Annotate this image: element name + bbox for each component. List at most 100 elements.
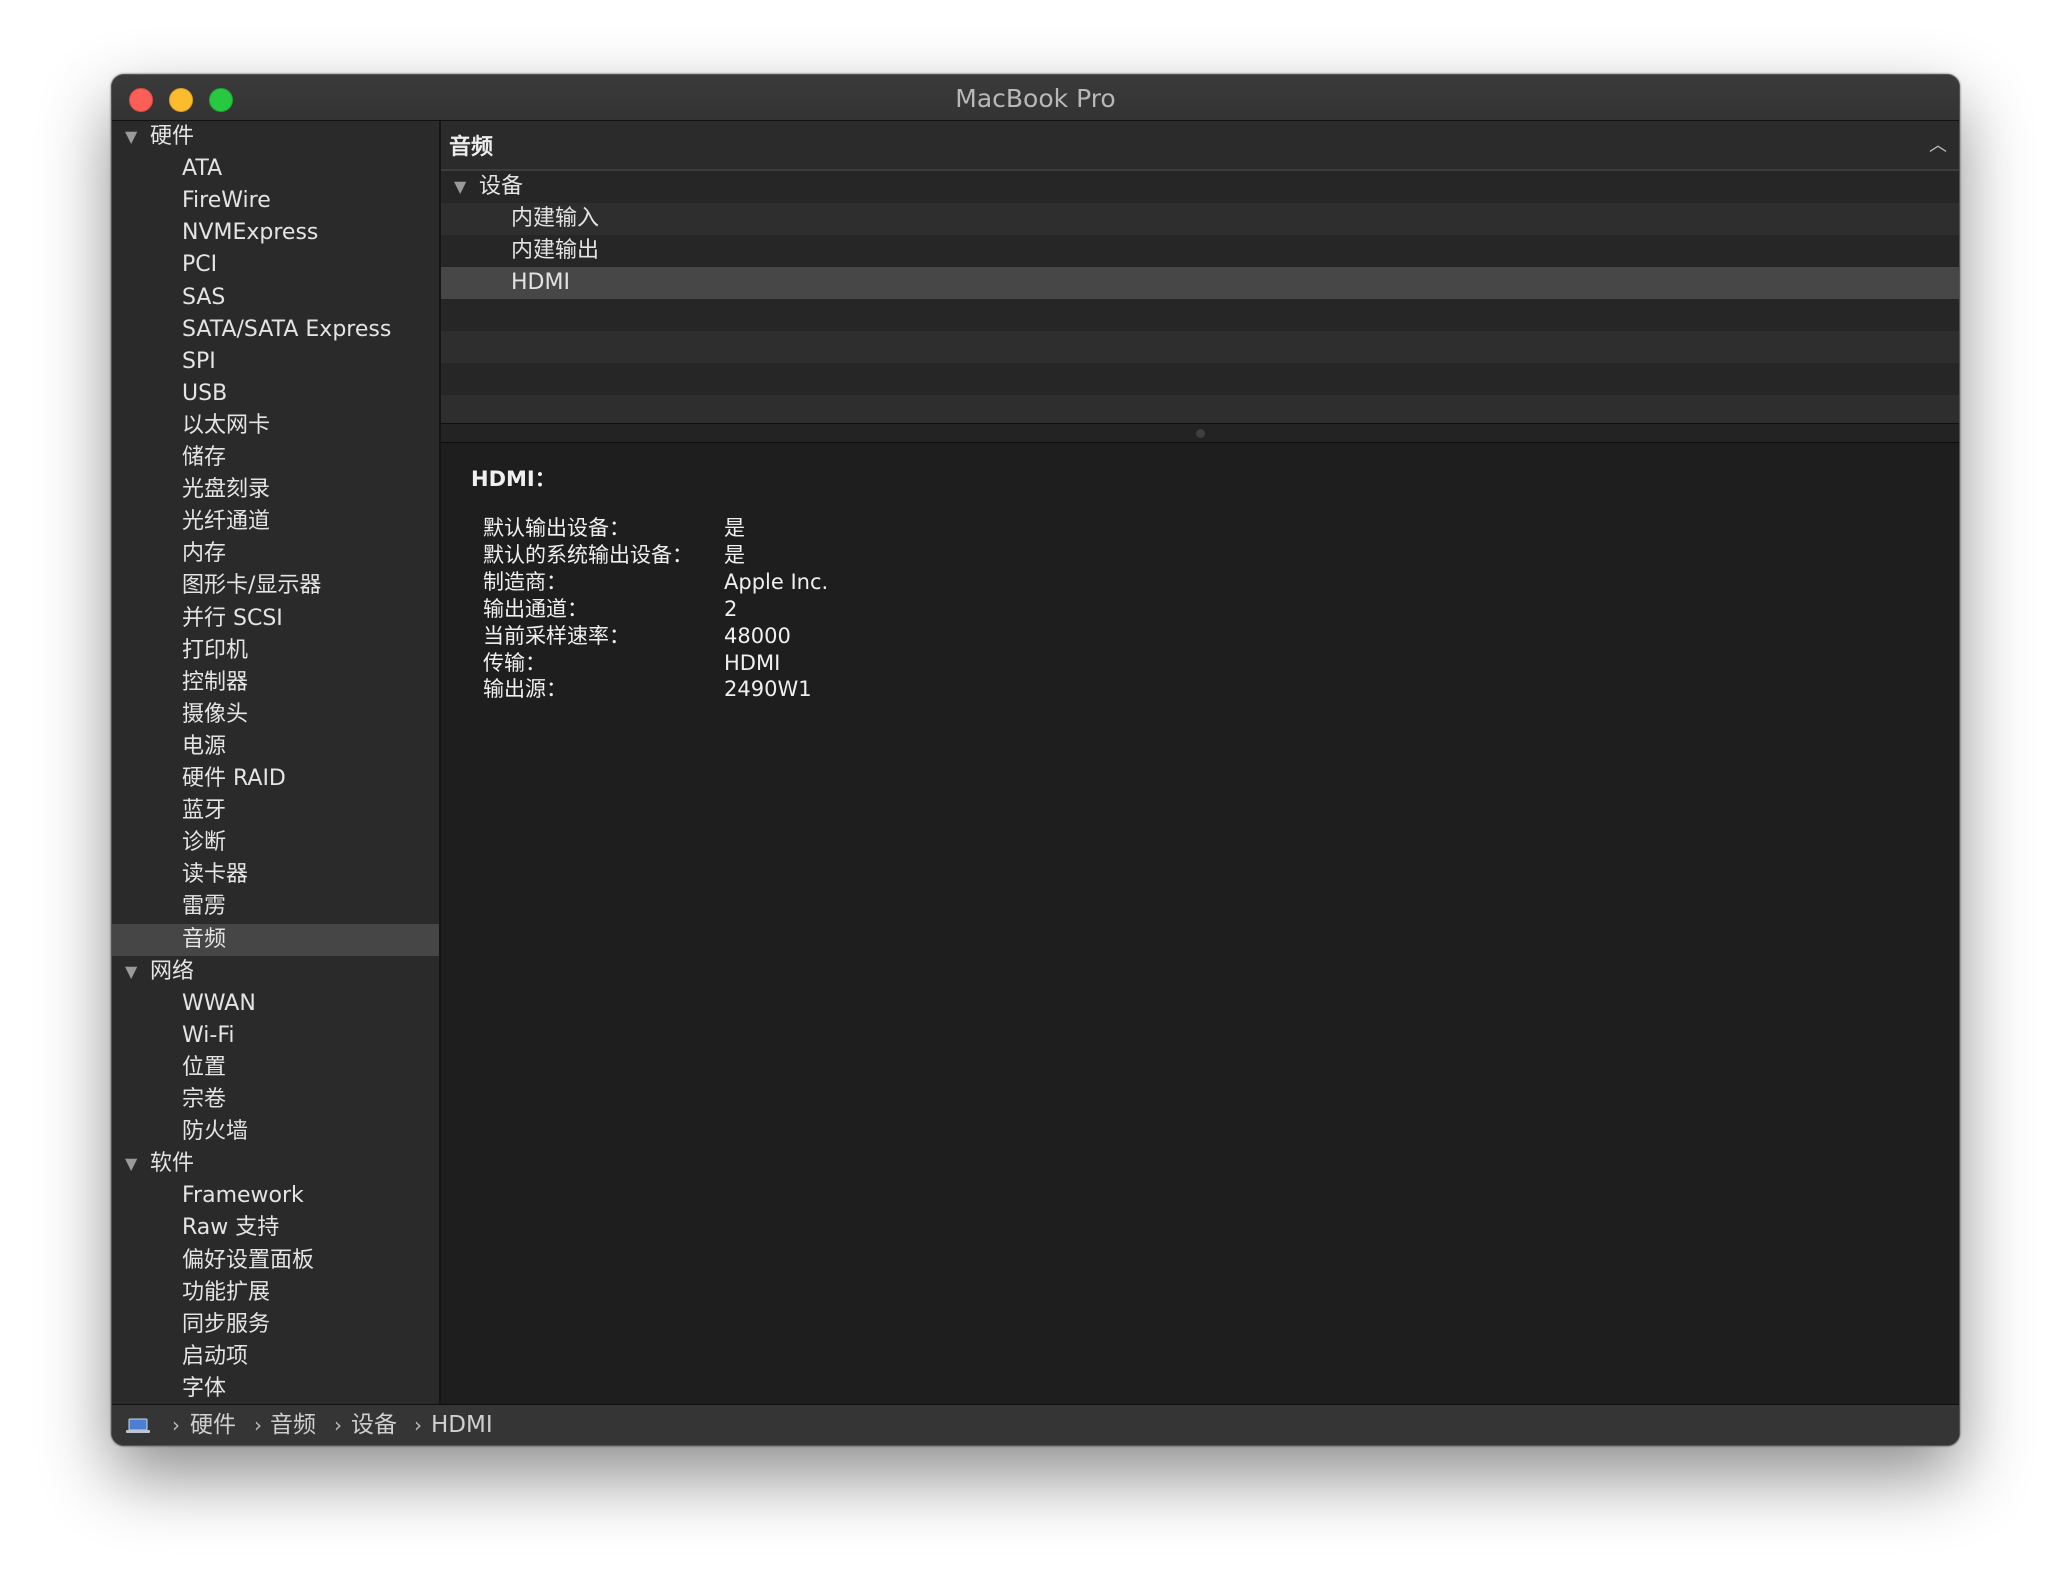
sort-chevron-up-icon[interactable]: ︿ bbox=[1929, 131, 1947, 157]
sidebar-item-label: FireWire bbox=[182, 188, 271, 213]
sidebar-item-label: Wi-Fi bbox=[182, 1023, 235, 1048]
table-row[interactable]: 内建输出 bbox=[441, 235, 1959, 267]
disclosure-triangle-icon[interactable]: ▼ bbox=[454, 171, 466, 203]
sidebar-item-label: 以太网卡 bbox=[182, 413, 271, 438]
sidebar-item-label: 光盘刻录 bbox=[182, 477, 271, 502]
property-value: 是 bbox=[724, 516, 745, 540]
sidebar-item[interactable]: 硬件 RAID bbox=[112, 763, 439, 795]
sidebar-item-label: 偏好设置面板 bbox=[182, 1248, 315, 1273]
property-key: 输出通道： bbox=[483, 597, 588, 621]
divider-handle-icon[interactable] bbox=[1196, 429, 1205, 438]
sidebar-item[interactable]: 偏好设置面板 bbox=[112, 1245, 439, 1277]
property-value: 2490W1 bbox=[724, 677, 812, 701]
sidebar-item-label: PCI bbox=[182, 252, 218, 277]
sidebar-item[interactable]: 摄像头 bbox=[112, 699, 439, 731]
sidebar-item[interactable]: SATA/SATA Express bbox=[112, 314, 439, 346]
sidebar-item-label: Framework bbox=[182, 1183, 304, 1208]
sidebar-item[interactable]: Framework bbox=[112, 1180, 439, 1212]
window-title: MacBook Pro bbox=[955, 84, 1116, 113]
sidebar-item[interactable]: 光纤通道 bbox=[112, 506, 439, 538]
breadcrumb-item[interactable]: 设备 bbox=[351, 1405, 397, 1445]
sidebar-item-label: 控制器 bbox=[182, 670, 249, 695]
sidebar-item-label: SAS bbox=[182, 285, 226, 310]
sidebar-item-label: 宗卷 bbox=[182, 1087, 227, 1112]
macbook-icon[interactable] bbox=[126, 1418, 150, 1434]
sidebar-item[interactable]: FireWire bbox=[112, 185, 439, 217]
sidebar-item[interactable]: 同步服务 bbox=[112, 1309, 439, 1341]
table-row bbox=[441, 331, 1959, 363]
sidebar-item[interactable]: 雷雳 bbox=[112, 891, 439, 923]
content-pane: 音频 ︿ ▼ 设备 内建输入 内建输出 HDMI HDMI： 默认输出设备：是默认的系统… bbox=[441, 121, 1959, 1404]
sidebar-item[interactable]: ATA bbox=[112, 153, 439, 185]
sidebar-item[interactable]: 读卡器 bbox=[112, 859, 439, 891]
sidebar-item-label: SPI bbox=[182, 349, 216, 374]
disclosure-triangle-icon[interactable]: ▼ bbox=[125, 1148, 137, 1180]
table-row[interactable]: 内建输入 bbox=[441, 203, 1959, 235]
table-row[interactable]: HDMI bbox=[441, 267, 1959, 299]
sidebar-item-label: 位置 bbox=[182, 1055, 227, 1080]
sidebar-item[interactable]: 防火墙 bbox=[112, 1116, 439, 1148]
sidebar-item-label: Raw 支持 bbox=[182, 1215, 280, 1240]
sidebar-group-0[interactable]: ▼ 硬件 bbox=[112, 121, 439, 153]
sidebar-item[interactable]: 位置 bbox=[112, 1052, 439, 1084]
breadcrumb-item[interactable]: 硬件 bbox=[190, 1405, 236, 1445]
column-header-label: 音频 bbox=[449, 135, 494, 160]
sidebar-item[interactable]: 电源 bbox=[112, 731, 439, 763]
sidebar-item[interactable]: 字体 bbox=[112, 1373, 439, 1404]
property-key: 默认的系统输出设备： bbox=[483, 543, 693, 567]
sidebar-item[interactable]: Wi-Fi bbox=[112, 1020, 439, 1052]
sidebar-item-label: 音频 bbox=[182, 927, 227, 952]
detail-title: HDMI： bbox=[471, 467, 556, 491]
sidebar-item-label: 同步服务 bbox=[182, 1312, 271, 1337]
sidebar-item[interactable]: 内存 bbox=[112, 538, 439, 570]
sidebar-item[interactable]: 功能扩展 bbox=[112, 1277, 439, 1309]
sidebar-item-label: USB bbox=[182, 381, 228, 406]
sidebar-item[interactable]: 诊断 bbox=[112, 827, 439, 859]
sidebar-item-label: 硬件 RAID bbox=[182, 766, 286, 791]
sidebar-item-label: NVMExpress bbox=[182, 220, 319, 245]
detail-panel: HDMI： 默认输出设备：是默认的系统输出设备：是制造商： Apple Inc. 输… bbox=[441, 443, 1959, 1404]
property-value: Apple Inc. bbox=[724, 570, 829, 594]
sidebar-item-label: WWAN bbox=[182, 991, 256, 1016]
sidebar-item[interactable]: 图形卡/显示器 bbox=[112, 570, 439, 602]
split-view-divider[interactable] bbox=[441, 423, 1959, 444]
sidebar-item-label: 蓝牙 bbox=[182, 798, 227, 823]
sidebar-item[interactable]: 宗卷 bbox=[112, 1084, 439, 1116]
sidebar-item[interactable]: 控制器 bbox=[112, 667, 439, 699]
title-bar[interactable]: MacBook Pro bbox=[112, 75, 1959, 121]
sidebar-item[interactable]: SAS bbox=[112, 282, 439, 314]
sidebar-item[interactable]: 以太网卡 bbox=[112, 410, 439, 442]
table-group-row[interactable]: ▼ 设备 bbox=[441, 171, 1959, 203]
breadcrumb-item[interactable]: 音频 bbox=[270, 1405, 316, 1445]
sidebar-item[interactable]: 蓝牙 bbox=[112, 795, 439, 827]
sidebar-item[interactable]: 启动项 bbox=[112, 1341, 439, 1373]
sidebar-item[interactable]: Raw 支持 bbox=[112, 1212, 439, 1244]
chevron-right-icon: › bbox=[172, 1413, 180, 1437]
sidebar-group-label: 硬件 bbox=[150, 124, 195, 149]
sidebar-item-label: 图形卡/显示器 bbox=[182, 573, 322, 598]
sidebar-item[interactable]: 光盘刻录 bbox=[112, 474, 439, 506]
sidebar-item[interactable]: 并行 SCSI bbox=[112, 603, 439, 635]
disclosure-triangle-icon[interactable]: ▼ bbox=[125, 956, 137, 988]
sidebar-item[interactable]: USB bbox=[112, 378, 439, 410]
breadcrumb-item[interactable]: HDMI bbox=[431, 1405, 493, 1445]
disclosure-triangle-icon[interactable]: ▼ bbox=[125, 121, 137, 153]
sidebar-item-label: 字体 bbox=[182, 1376, 227, 1401]
table-column-header[interactable]: 音频 ︿ bbox=[441, 121, 1959, 171]
table-row-label: 内建输出 bbox=[511, 238, 600, 263]
table-group-label: 设备 bbox=[479, 174, 524, 199]
sidebar-item[interactable]: PCI bbox=[112, 249, 439, 281]
sidebar-item[interactable]: 储存 bbox=[112, 442, 439, 474]
sidebar-item[interactable]: 音频 bbox=[112, 924, 439, 956]
sidebar-item[interactable]: 打印机 bbox=[112, 635, 439, 667]
property-key: 传输： bbox=[483, 651, 546, 675]
sidebar-group-2[interactable]: ▼ 软件 bbox=[112, 1148, 439, 1180]
sidebar-item-label: 电源 bbox=[182, 734, 227, 759]
property-value: 48000 bbox=[724, 624, 791, 648]
sidebar-item[interactable]: NVMExpress bbox=[112, 217, 439, 249]
sidebar-item-label: 读卡器 bbox=[182, 862, 249, 887]
sidebar-item[interactable]: SPI bbox=[112, 346, 439, 378]
sidebar-group-label: 软件 bbox=[150, 1151, 195, 1176]
sidebar-group-1[interactable]: ▼ 网络 bbox=[112, 956, 439, 988]
sidebar-item[interactable]: WWAN bbox=[112, 988, 439, 1020]
